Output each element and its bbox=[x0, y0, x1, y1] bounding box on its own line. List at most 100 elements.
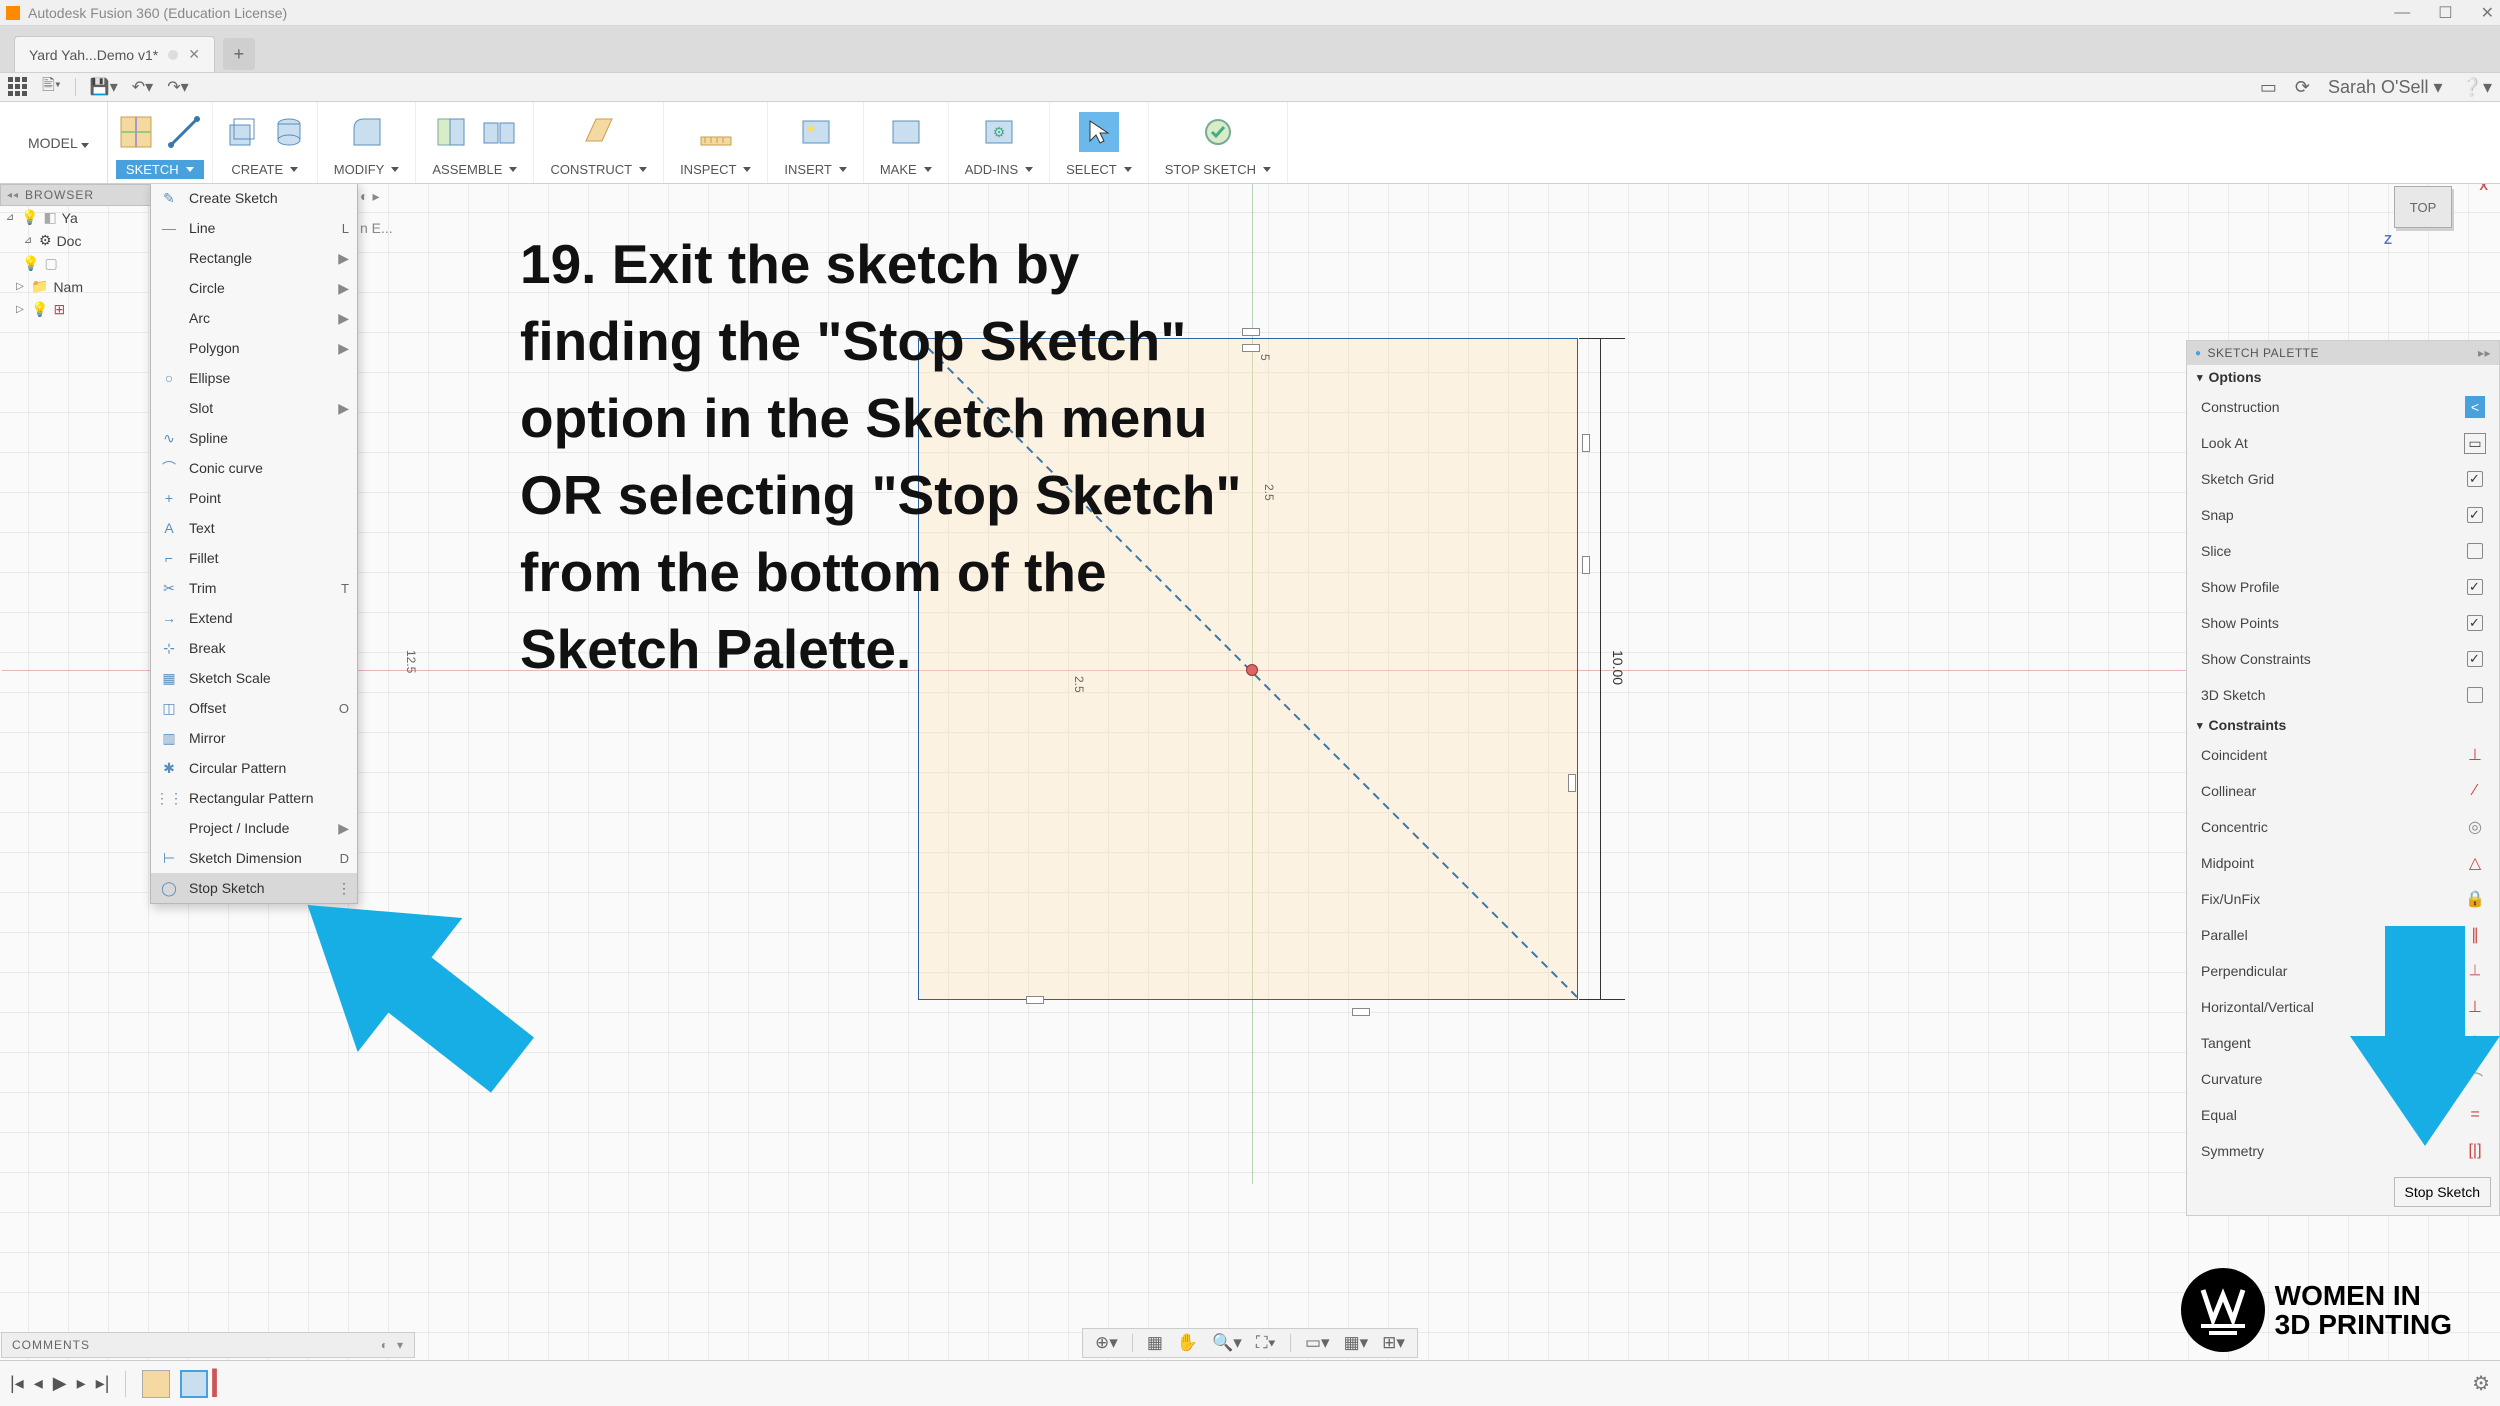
pan-icon[interactable]: ✋ bbox=[1177, 1333, 1198, 1353]
menu-item-project-include[interactable]: Project / Include▶ bbox=[151, 813, 357, 843]
handle-bottom-1[interactable] bbox=[1026, 996, 1044, 1004]
menu-item-trim[interactable]: ✂TrimT bbox=[151, 573, 357, 603]
menu-item-circle[interactable]: Circle▶ bbox=[151, 273, 357, 303]
menu-item-polygon[interactable]: Polygon▶ bbox=[151, 333, 357, 363]
settings-icon[interactable]: ⚙ bbox=[2472, 1371, 2490, 1396]
look-at-icon[interactable]: ▦ bbox=[1147, 1333, 1163, 1353]
redo-icon[interactable]: ↷▾ bbox=[167, 77, 188, 97]
undo-icon[interactable]: ↶▾ bbox=[132, 77, 153, 97]
username[interactable]: Sarah O'Sell ▾ bbox=[2328, 77, 2443, 98]
print-icon[interactable] bbox=[886, 112, 926, 152]
handle-right-3[interactable] bbox=[1568, 774, 1576, 792]
dimension-value[interactable]: 10.00 bbox=[1610, 650, 1626, 685]
checkbox[interactable] bbox=[2467, 615, 2483, 631]
assemble-icon[interactable] bbox=[479, 112, 519, 152]
checkbox[interactable] bbox=[2467, 507, 2483, 523]
constraint-collinear[interactable]: Collinear∕ bbox=[2187, 773, 2499, 809]
ribbon-make[interactable]: MAKE bbox=[864, 102, 949, 183]
browser-origin[interactable]: ▷💡⊞ bbox=[0, 298, 158, 321]
construction-button[interactable]: < bbox=[2465, 396, 2485, 418]
checkbox[interactable] bbox=[2467, 579, 2483, 595]
timeline-play[interactable]: ▶ bbox=[53, 1373, 67, 1394]
menu-item-rectangular-pattern[interactable]: ⋮⋮Rectangular Pattern bbox=[151, 783, 357, 813]
menu-item-fillet[interactable]: ⌐Fillet bbox=[151, 543, 357, 573]
addins-icon[interactable]: ⚙ bbox=[979, 112, 1019, 152]
palette-constraints-header[interactable]: Constraints bbox=[2187, 713, 2499, 737]
comments-bar[interactable]: COMMENTS ◐▾ bbox=[1, 1332, 415, 1358]
new-tab-button[interactable]: + bbox=[223, 38, 255, 70]
ribbon-label-sketch[interactable]: SKETCH bbox=[116, 160, 204, 179]
option-sketch-grid[interactable]: Sketch Grid bbox=[2187, 461, 2499, 497]
ribbon-create[interactable]: CREATE bbox=[213, 102, 318, 183]
ribbon-label-insert[interactable]: INSERT bbox=[774, 160, 856, 179]
menu-item-ellipse[interactable]: ○Ellipse bbox=[151, 363, 357, 393]
ribbon-label-assemble[interactable]: ASSEMBLE bbox=[422, 160, 527, 179]
option-snap[interactable]: Snap bbox=[2187, 497, 2499, 533]
menu-item-create-sketch[interactable]: ✎Create Sketch bbox=[151, 184, 357, 213]
menu-item-arc[interactable]: Arc▶ bbox=[151, 303, 357, 333]
plane-icon[interactable] bbox=[579, 112, 619, 152]
data-panel-icon[interactable] bbox=[8, 77, 28, 97]
ribbon-label-stop-sketch[interactable]: STOP SKETCH bbox=[1155, 160, 1281, 179]
create-sketch-icon[interactable] bbox=[116, 112, 156, 152]
orbit-icon[interactable]: ⊕▾ bbox=[1095, 1333, 1118, 1353]
ribbon-label-addins[interactable]: ADD-INS bbox=[955, 160, 1043, 179]
document-tab[interactable]: Yard Yah...Demo v1* ✕ bbox=[14, 36, 215, 72]
pin-icon[interactable]: ▸▸ bbox=[2478, 346, 2491, 360]
checkbox[interactable] bbox=[2467, 651, 2483, 667]
menu-item-conic-curve[interactable]: ⌒Conic curve bbox=[151, 453, 357, 483]
menu-item-spline[interactable]: ∿Spline bbox=[151, 423, 357, 453]
menu-item-offset[interactable]: ◫OffsetO bbox=[151, 693, 357, 723]
option-show-profile[interactable]: Show Profile bbox=[2187, 569, 2499, 605]
canvas[interactable]: 10.00 5 2.5 2.5 12.5 BROWSER ⊿💡◧Ya ⊿⚙Doc… bbox=[0, 184, 2500, 1406]
checkbox[interactable] bbox=[2467, 687, 2483, 703]
browser-root[interactable]: ⊿💡◧Ya bbox=[0, 206, 158, 229]
handle-right-1[interactable] bbox=[1582, 434, 1590, 452]
extrude-icon[interactable] bbox=[221, 112, 261, 152]
ribbon-stop-sketch[interactable]: STOP SKETCH bbox=[1149, 102, 1288, 183]
browser-header[interactable]: BROWSER bbox=[0, 184, 158, 206]
job-status-icon[interactable]: ⟳ bbox=[2295, 77, 2310, 98]
constraint-midpoint[interactable]: Midpoint△ bbox=[2187, 845, 2499, 881]
menu-item-sketch-dimension[interactable]: ⊢Sketch DimensionD bbox=[151, 843, 357, 873]
workspace-switcher[interactable]: MODEL bbox=[10, 102, 108, 183]
more-icon[interactable]: ⋮ bbox=[337, 880, 351, 897]
timeline-feature-1[interactable] bbox=[142, 1370, 170, 1398]
component-ellipsis[interactable]: n E... bbox=[360, 220, 393, 236]
handle-bottom-2[interactable] bbox=[1352, 1008, 1370, 1016]
ribbon-label-inspect[interactable]: INSPECT bbox=[670, 160, 761, 179]
ribbon-construct[interactable]: CONSTRUCT bbox=[534, 102, 664, 183]
ribbon-label-create[interactable]: CREATE bbox=[221, 160, 308, 179]
constraint-concentric[interactable]: Concentric◎ bbox=[2187, 809, 2499, 845]
handle-right-2[interactable] bbox=[1582, 556, 1590, 574]
menu-item-break[interactable]: ⊹Break bbox=[151, 633, 357, 663]
help-icon[interactable]: ❔▾ bbox=[2461, 77, 2492, 98]
zoom-icon[interactable]: 🔍▾ bbox=[1212, 1333, 1242, 1353]
ribbon-addins[interactable]: ⚙ ADD-INS bbox=[949, 102, 1050, 183]
menu-item-extend[interactable]: →Extend bbox=[151, 603, 357, 633]
maximize-button[interactable]: ☐ bbox=[2438, 3, 2452, 23]
cylinder-icon[interactable] bbox=[269, 112, 309, 152]
tab-close-icon[interactable]: ✕ bbox=[188, 46, 200, 63]
grid-icon[interactable]: ▦▾ bbox=[1344, 1333, 1369, 1353]
timeline-end[interactable]: ▸| bbox=[96, 1373, 110, 1394]
menu-item-stop-sketch[interactable]: ◯Stop Sketch⋮ bbox=[151, 873, 357, 903]
ribbon-modify[interactable]: MODIFY bbox=[318, 102, 417, 183]
palette-header[interactable]: SKETCH PALETTE▸▸ bbox=[2187, 341, 2499, 365]
comments-collapse-icon[interactable]: ▾ bbox=[397, 1338, 404, 1352]
menu-item-slot[interactable]: Slot▶ bbox=[151, 393, 357, 423]
lookAt-icon[interactable]: ▭ bbox=[2464, 433, 2485, 454]
palette-options-header[interactable]: Options bbox=[2187, 365, 2499, 389]
ribbon-insert[interactable]: INSERT bbox=[768, 102, 863, 183]
comments-toggle-icon[interactable]: ◐ bbox=[381, 1338, 389, 1352]
dimension-line[interactable] bbox=[1600, 338, 1601, 1000]
file-menu-icon[interactable]: 🖹▾ bbox=[42, 74, 61, 101]
ribbon-label-modify[interactable]: MODIFY bbox=[324, 160, 410, 179]
ribbon-label-select[interactable]: SELECT bbox=[1056, 160, 1142, 179]
display-toggles[interactable]: ◐▸ bbox=[360, 188, 380, 205]
timeline-feature-2[interactable] bbox=[180, 1370, 208, 1398]
constraint-fix-unfix[interactable]: Fix/UnFix🔒 bbox=[2187, 881, 2499, 917]
menu-item-circular-pattern[interactable]: ✱Circular Pattern bbox=[151, 753, 357, 783]
ribbon-sketch[interactable]: SKETCH bbox=[108, 102, 213, 183]
decal-icon[interactable] bbox=[796, 112, 836, 152]
